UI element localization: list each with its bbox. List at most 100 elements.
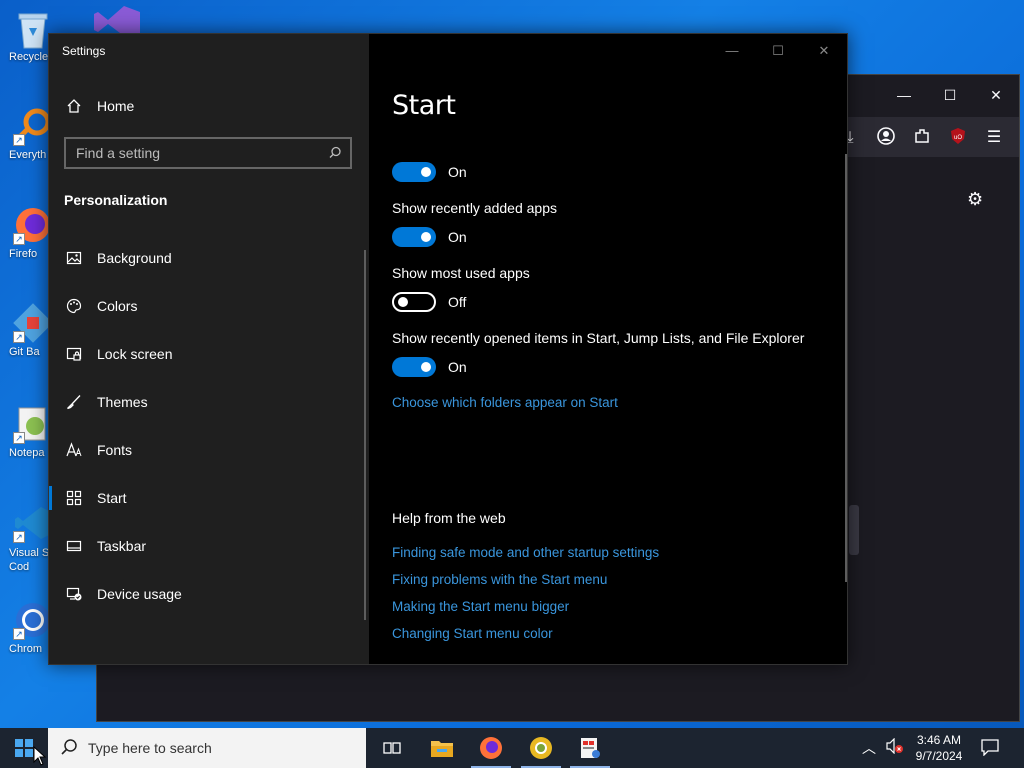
chrome-icon: ↗ [13, 600, 53, 640]
nav-item-fonts[interactable]: Fonts [49, 428, 369, 472]
toggle-knob [421, 167, 431, 177]
help-link-safe-mode[interactable]: Finding safe mode and other startup sett… [392, 545, 659, 560]
nav-item-label: Device usage [97, 586, 182, 602]
nav-item-label: Themes [97, 394, 148, 410]
home-icon [65, 97, 83, 115]
browser-scrollbar[interactable] [849, 505, 859, 555]
fonts-icon [65, 441, 83, 459]
search-input[interactable] [66, 139, 350, 167]
menu-icon[interactable]: ☰ [983, 127, 1005, 149]
maximize-icon[interactable]: ☐ [938, 85, 962, 105]
notification-icon[interactable] [980, 738, 1000, 761]
toggle-most-used-apps[interactable] [392, 292, 436, 312]
extensions-icon[interactable] [911, 127, 933, 149]
nav-item-start[interactable]: Start [49, 476, 369, 520]
vscode-icon: ↗ [13, 503, 53, 543]
mouse-cursor-icon [33, 745, 47, 768]
notepad-plus-plus-icon: ↗ [13, 404, 53, 444]
nav-item-device-usage[interactable]: Device usage [49, 572, 369, 616]
shortcut-arrow-icon: ↗ [13, 331, 25, 343]
find-setting-search[interactable] [64, 137, 352, 169]
chrome-canary-icon[interactable] [517, 728, 565, 768]
toggle-state-label: On [448, 229, 467, 245]
nav-item-label: Start [97, 490, 127, 506]
toggle-knob [421, 232, 431, 242]
nav-item-colors[interactable]: Colors [49, 284, 369, 328]
chevron-up-icon[interactable]: ︿ [862, 738, 876, 758]
recycle-bin-icon [13, 8, 53, 49]
toggle-state-label: On [448, 359, 467, 375]
everything-search-icon: ↗ [13, 106, 53, 146]
settings-content-pane: — ☐ ✕ Start On Show recently added apps … [369, 34, 847, 664]
shortcut-arrow-icon: ↗ [13, 233, 25, 245]
nav-home-label: Home [97, 98, 135, 114]
toggle-recently-added-apps[interactable] [392, 227, 436, 247]
windows-logo-icon [15, 739, 33, 757]
shortcut-arrow-icon: ↗ [13, 628, 25, 640]
toggle-show-more-tiles[interactable] [392, 162, 436, 182]
help-link-bigger-start[interactable]: Making the Start menu bigger [392, 599, 569, 614]
palette-icon [65, 297, 83, 315]
search-icon [60, 738, 78, 761]
toggle-knob [398, 297, 408, 307]
device-usage-icon [65, 585, 83, 603]
choose-folders-link[interactable]: Choose which folders appear on Start [392, 395, 618, 410]
nav-item-themes[interactable]: Themes [49, 380, 369, 424]
help-link-fixing-start[interactable]: Fixing problems with the Start menu [392, 572, 607, 587]
nav-item-taskbar[interactable]: Taskbar [49, 524, 369, 568]
setting-label-recently-added: Show recently added apps [392, 200, 557, 216]
nav-scrollbar[interactable] [364, 250, 366, 620]
page-title: Start [392, 90, 456, 121]
shortcut-arrow-icon: ↗ [13, 134, 25, 146]
nav-item-label: Taskbar [97, 538, 147, 554]
app-icon[interactable] [566, 728, 614, 768]
content-scrollbar[interactable] [845, 154, 847, 582]
close-icon[interactable]: ✕ [984, 85, 1008, 105]
account-icon[interactable] [875, 127, 897, 149]
toggle-state-label: Off [448, 294, 467, 310]
brush-icon [65, 393, 83, 411]
firefox-taskbar-icon[interactable] [467, 728, 515, 768]
help-section-title: Help from the web [392, 510, 506, 526]
svg-text:uO: uO [954, 135, 962, 141]
taskbar-icon [65, 537, 83, 555]
close-button[interactable]: ✕ [801, 39, 847, 63]
settings-nav-pane: Settings Home Personalization Background [49, 34, 369, 664]
clock-date: 9/7/2024 [915, 749, 963, 763]
nav-item-background[interactable]: Background [49, 236, 369, 280]
toggle-knob [421, 362, 431, 372]
taskbar-search-placeholder: Type here to search [88, 740, 212, 756]
help-link-start-color[interactable]: Changing Start menu color [392, 626, 553, 641]
nav-item-label: Background [97, 250, 172, 266]
ublock-icon[interactable]: uO [947, 127, 969, 149]
lock-screen-icon [65, 345, 83, 363]
clock-time: 3:46 AM [916, 733, 962, 747]
start-grid-icon [65, 489, 83, 507]
nav-home[interactable]: Home [49, 84, 369, 128]
maximize-button[interactable]: ☐ [755, 39, 801, 63]
taskbar-clock[interactable]: 3:46 AM 9/7/2024 [910, 732, 968, 764]
nav-item-lock-screen[interactable]: Lock screen [49, 332, 369, 376]
toggle-state-label: On [448, 164, 467, 180]
setting-label-most-used: Show most used apps [392, 265, 530, 281]
taskbar-search-box[interactable]: Type here to search [48, 728, 366, 768]
task-view-icon[interactable] [368, 728, 416, 768]
minimize-button[interactable]: — [709, 39, 755, 63]
file-explorer-icon[interactable] [418, 728, 466, 768]
nav-item-label: Lock screen [97, 346, 173, 362]
search-icon [329, 146, 342, 164]
nav-item-label: Fonts [97, 442, 133, 458]
shortcut-arrow-icon: ↗ [13, 432, 25, 444]
section-title: Personalization [64, 192, 168, 208]
shortcut-arrow-icon: ↗ [13, 531, 25, 543]
toggle-recently-opened-items[interactable] [392, 357, 436, 377]
taskbar: Type here to search ︿ 3:46 AM 9/7/2024 [0, 728, 1024, 768]
volume-muted-icon[interactable] [886, 737, 904, 757]
firefox-icon: ↗ [13, 205, 53, 245]
gear-icon[interactable]: ⚙ [967, 189, 983, 210]
setting-label-recently-opened: Show recently opened items in Start, Jum… [392, 330, 805, 346]
minimize-icon[interactable]: — [892, 85, 916, 105]
settings-window[interactable]: Settings Home Personalization Background [48, 33, 848, 665]
git-bash-icon: ↗ [13, 303, 53, 343]
picture-icon [65, 249, 83, 267]
